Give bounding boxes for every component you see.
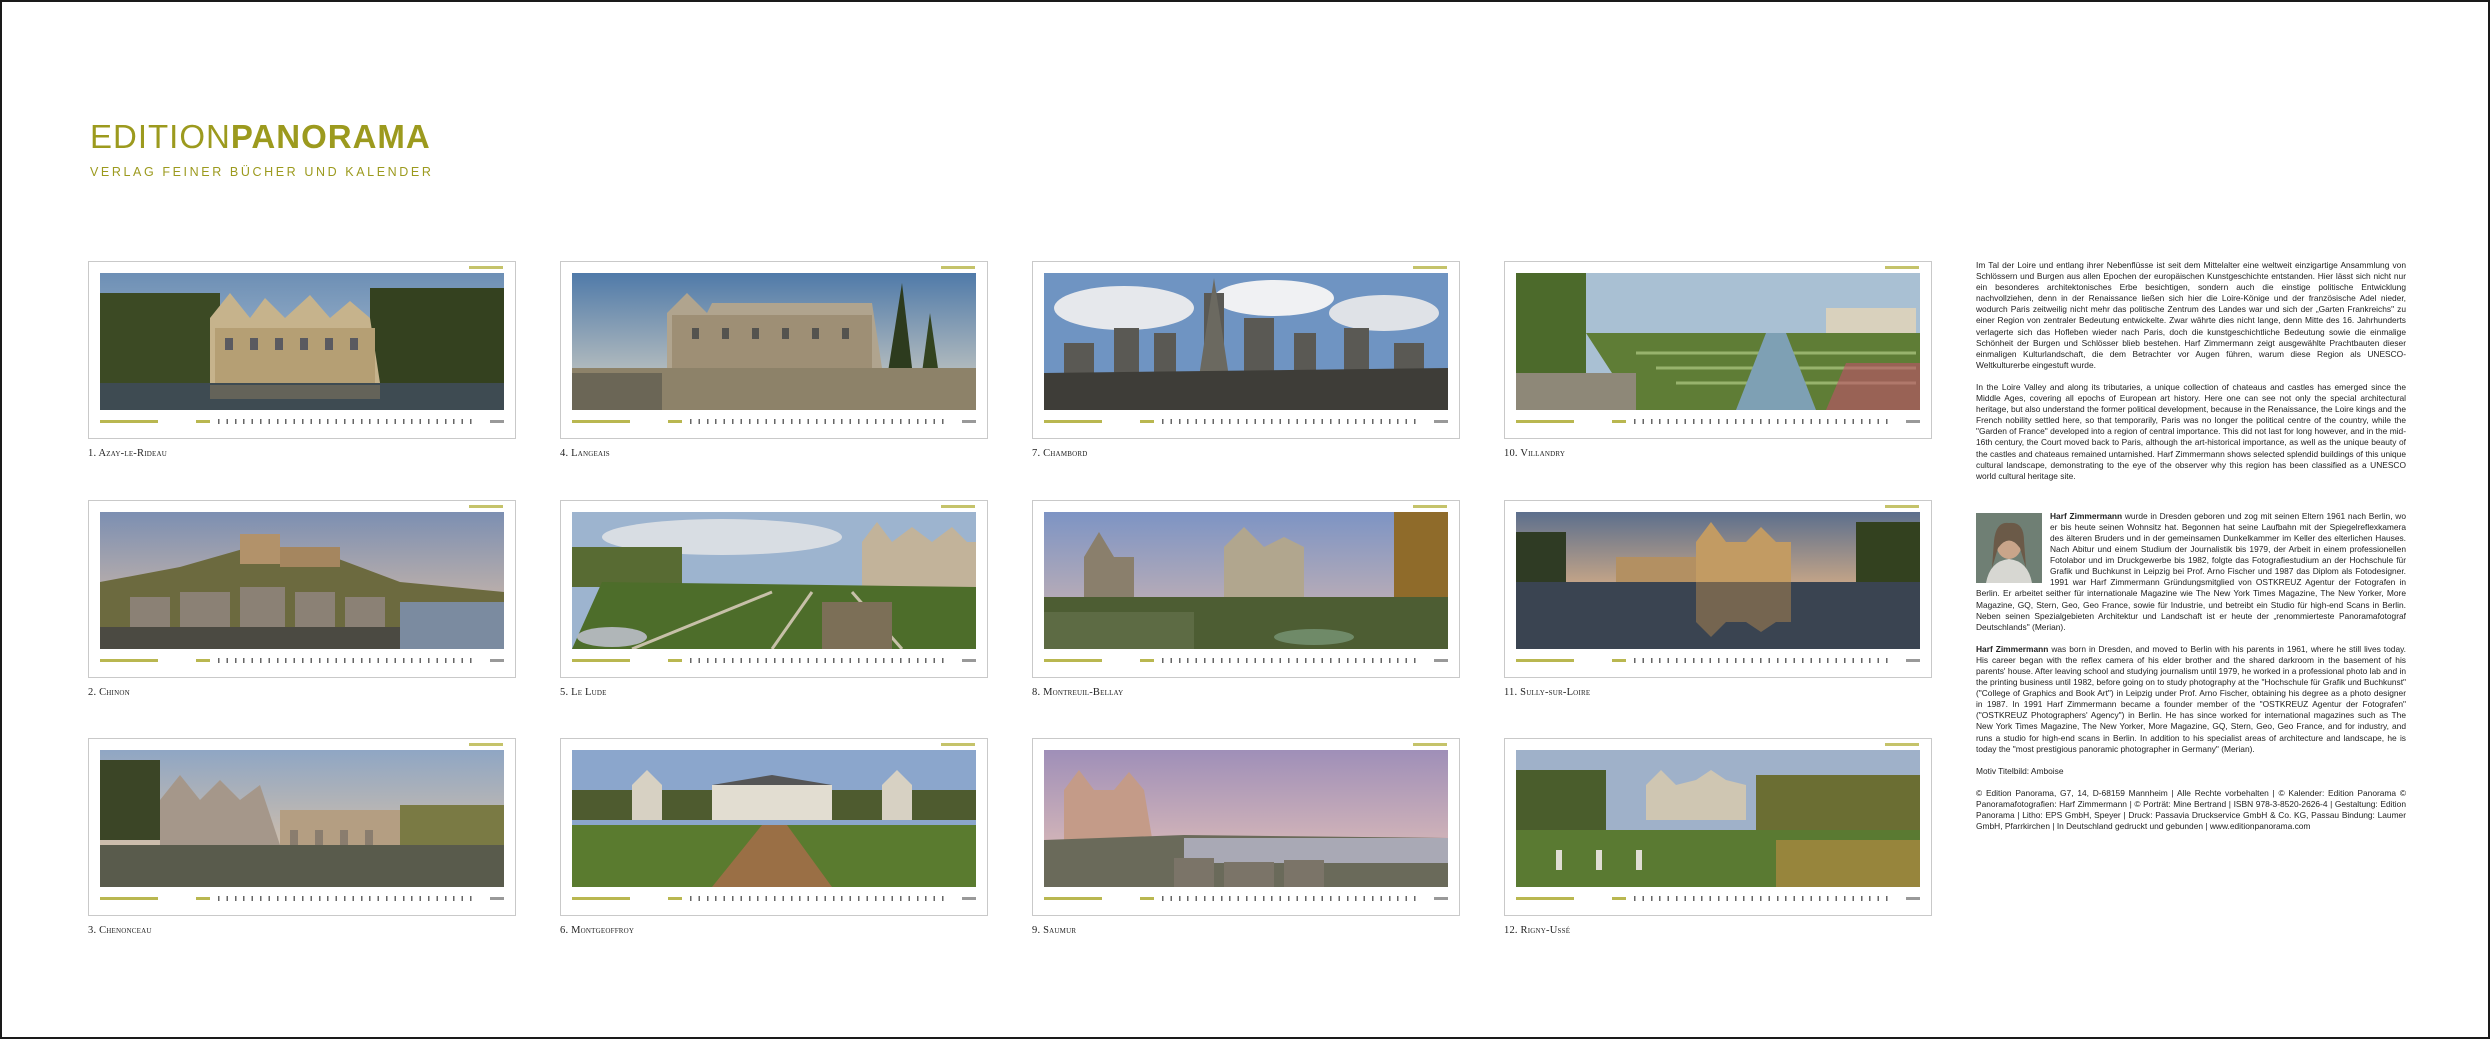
panorama-photo-villandry	[1516, 273, 1920, 410]
calendar-page-thumbnail	[88, 261, 516, 439]
month-card-4: 4. Langeais	[560, 261, 988, 459]
month-card-2: 2. Chinon	[88, 500, 516, 698]
calendar-page-thumbnail	[1032, 500, 1460, 678]
calendar-page-thumbnail	[88, 738, 516, 916]
brand-logo: EDITIONPANORAMA VERLAG FEINER BÜCHER UND…	[90, 120, 434, 179]
author-bio-english: Harf Zimmermann was born in Dresden, and…	[1976, 644, 2406, 755]
intro-english: In the Loire Valley and along its tribut…	[1976, 381, 2406, 481]
month-caption: 8. Montreuil-Bellay	[1032, 687, 1124, 698]
calendar-page-thumbnail	[560, 738, 988, 916]
month-card-11: 11. Sully-sur-Loire	[1504, 500, 1932, 698]
panorama-photo-saumur	[1044, 750, 1448, 887]
bio-en-name: Harf Zimmermann	[1976, 643, 2049, 654]
month-caption: 9. Saumur	[1032, 925, 1077, 936]
panorama-photo-chenonceau	[100, 750, 504, 887]
calendar-overview-sheet: EDITIONPANORAMA VERLAG FEINER BÜCHER UND…	[2, 2, 2488, 1037]
calendar-page-thumbnail	[560, 500, 988, 678]
cover-motif-note: Motiv Titelbild: Amboise	[1976, 765, 2064, 776]
calendar-page-thumbnail	[1032, 738, 1460, 916]
month-caption: 4. Langeais	[560, 448, 610, 459]
panorama-photo-montgeoffroy	[572, 750, 976, 887]
author-bio-german: Harf Zimmermann wurde in Dresden geboren…	[1976, 511, 2406, 633]
author-portrait	[1976, 512, 2042, 583]
brand-title-light: EDITION	[90, 118, 231, 155]
calendar-page-thumbnail	[1504, 738, 1932, 916]
calendar-page-thumbnail	[560, 261, 988, 439]
month-caption: 1. Azay-le-Rideau	[88, 448, 167, 459]
month-card-8: 8. Montreuil-Bellay	[1032, 500, 1460, 698]
panorama-photo-azay-le-rideau	[100, 273, 504, 410]
month-caption: 11. Sully-sur-Loire	[1504, 687, 1591, 698]
calendar-page-thumbnail	[1504, 261, 1932, 439]
month-card-12: 12. Rigny-Ussé	[1504, 738, 1932, 936]
brand-title-bold: PANORAMA	[230, 118, 431, 155]
month-card-1: 1. Azay-le-Rideau	[88, 261, 516, 459]
intro-german: Im Tal der Loire und entlang ihrer Neben…	[1976, 260, 2406, 370]
month-card-3: 3. Chenonceau	[88, 738, 516, 936]
month-card-5: 5. Le Lude	[560, 500, 988, 698]
calendar-page-thumbnail	[1032, 261, 1460, 439]
month-card-9: 9. Saumur	[1032, 738, 1460, 936]
month-card-7: 7. Chambord	[1032, 261, 1460, 459]
month-caption: 10. Villandry	[1504, 448, 1566, 459]
panorama-photo-chambord	[1044, 273, 1448, 410]
month-caption: 7. Chambord	[1032, 448, 1088, 459]
panorama-photo-le-lude	[572, 512, 976, 649]
month-caption: 2. Chinon	[88, 687, 130, 698]
imprint: © Edition Panorama, G7, 14, D-68159 Mann…	[1976, 787, 2406, 832]
calendar-page-thumbnail	[88, 500, 516, 678]
bio-de-name: Harf Zimmermann	[2050, 510, 2123, 521]
panorama-photo-montreuil-bellay	[1044, 512, 1448, 649]
month-card-10: 10. Villandry	[1504, 261, 1932, 459]
panorama-photo-langeais	[572, 273, 976, 410]
brand-title: EDITIONPANORAMA	[90, 120, 434, 153]
month-caption: 5. Le Lude	[560, 687, 607, 698]
brand-subtitle: VERLAG FEINER BÜCHER UND KALENDER	[90, 165, 434, 179]
calendar-page-thumbnail	[1504, 500, 1932, 678]
bio-en-text: was born in Dresden, and moved to Berlin…	[1976, 643, 2406, 754]
panorama-photo-sully-sur-loire	[1516, 512, 1920, 649]
panorama-photo-rigny-usse	[1516, 750, 1920, 887]
month-card-6: 6. Montgeoffroy	[560, 738, 988, 936]
month-caption: 3. Chenonceau	[88, 925, 152, 936]
description-column: Im Tal der Loire und entlang ihrer Neben…	[1976, 260, 2406, 843]
panorama-photo-chinon	[100, 512, 504, 649]
month-caption: 12. Rigny-Ussé	[1504, 925, 1571, 936]
month-caption: 6. Montgeoffroy	[560, 925, 635, 936]
